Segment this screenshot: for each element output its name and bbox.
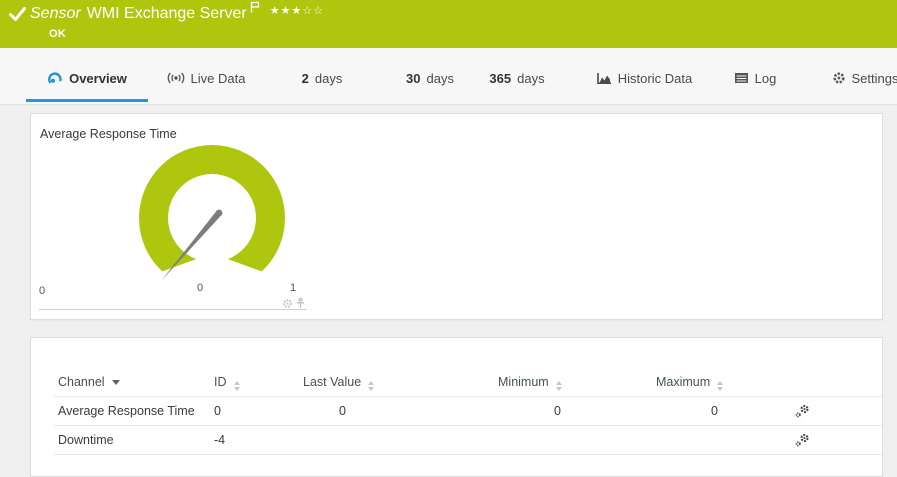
column-header-id[interactable]: ID bbox=[214, 368, 240, 396]
tab-label: Live Data bbox=[191, 71, 246, 86]
tab-log[interactable]: Log bbox=[728, 48, 782, 104]
status-badge: OK bbox=[49, 28, 66, 40]
sort-toggle-icon bbox=[556, 381, 562, 391]
column-header-maximum[interactable]: Maximum bbox=[656, 368, 723, 396]
sort-toggle-icon bbox=[234, 381, 240, 391]
channel-name[interactable]: Average Response Time bbox=[58, 397, 195, 425]
tab-2-days[interactable]: 2 days bbox=[293, 48, 351, 104]
tab-label: days bbox=[427, 71, 454, 86]
tab-live-data[interactable]: Live Data bbox=[160, 48, 252, 104]
channel-minimum: 0 bbox=[491, 397, 561, 425]
stars-filled: ★★★ bbox=[270, 5, 303, 17]
tab-number: 2 bbox=[302, 71, 309, 86]
tab-bar: Overview Live Data 2 days 30 days 365 da… bbox=[0, 48, 897, 105]
tab-number: 365 bbox=[489, 71, 511, 86]
page-title: WMI Exchange Server bbox=[87, 5, 247, 22]
pin-icon[interactable] bbox=[296, 296, 305, 314]
channel-settings-gears-icon[interactable] bbox=[794, 433, 811, 451]
gauge-axis-zero: 0 bbox=[39, 285, 45, 297]
tab-365-days[interactable]: 365 days bbox=[484, 48, 550, 104]
channel-id: 0 bbox=[214, 397, 221, 425]
tab-number: 30 bbox=[406, 71, 420, 86]
priority-flag-icon[interactable] bbox=[250, 0, 260, 18]
gauge-baseline bbox=[39, 309, 307, 310]
gauge-icon bbox=[47, 71, 63, 85]
sensor-kind-label: Sensor bbox=[30, 5, 81, 22]
table-row: Downtime -4 bbox=[54, 426, 882, 455]
tab-label: days bbox=[315, 71, 342, 86]
tab-30-days[interactable]: 30 days bbox=[398, 48, 462, 104]
priority-stars[interactable]: ★★★☆☆ bbox=[270, 5, 324, 17]
channel-maximum: 0 bbox=[648, 397, 718, 425]
tab-label: Settings bbox=[852, 71, 897, 86]
channel-settings-gears-icon[interactable] bbox=[794, 404, 811, 422]
log-list-icon bbox=[734, 72, 749, 84]
channel-last-value: 0 bbox=[276, 397, 346, 425]
tab-settings[interactable]: Settings bbox=[822, 48, 897, 104]
table-row: Average Response Time 0 0 0 0 bbox=[54, 397, 882, 426]
sort-toggle-icon bbox=[368, 381, 374, 391]
channel-id: -4 bbox=[214, 426, 225, 454]
sort-desc-icon bbox=[112, 380, 120, 385]
column-header-minimum[interactable]: Minimum bbox=[498, 368, 562, 396]
channel-name[interactable]: Downtime bbox=[58, 426, 114, 454]
gauge-scale-min: 0 bbox=[192, 282, 208, 294]
stars-empty: ☆☆ bbox=[302, 5, 324, 17]
gauge-panel: Average Response Time 0 1 0 bbox=[30, 113, 883, 320]
gauge-settings-gear-icon[interactable] bbox=[282, 296, 293, 314]
channel-table-panel: Channel ID Last Value Minimum Maximum Av… bbox=[30, 337, 883, 477]
tab-label: Overview bbox=[69, 71, 127, 86]
live-data-icon bbox=[167, 72, 185, 84]
tab-overview[interactable]: Overview bbox=[26, 48, 148, 104]
tab-historic-data[interactable]: Historic Data bbox=[592, 48, 696, 104]
gauge-title: Average Response Time bbox=[40, 127, 177, 141]
sort-toggle-icon bbox=[717, 381, 723, 391]
response-time-gauge bbox=[136, 141, 296, 291]
tab-label: Log bbox=[755, 71, 777, 86]
historic-chart-icon bbox=[596, 72, 612, 85]
sensor-header: Sensor WMI Exchange Server ★★★☆☆ OK bbox=[0, 0, 897, 48]
gear-icon bbox=[832, 71, 846, 85]
table-header-row: Channel ID Last Value Minimum Maximum bbox=[54, 368, 882, 397]
tab-label: Historic Data bbox=[618, 71, 692, 86]
column-header-last-value[interactable]: Last Value bbox=[303, 368, 374, 396]
tab-label: days bbox=[517, 71, 544, 86]
column-header-channel[interactable]: Channel bbox=[58, 368, 120, 396]
gauge-scale-max: 1 bbox=[285, 282, 301, 294]
status-ok-check-icon bbox=[9, 7, 26, 27]
